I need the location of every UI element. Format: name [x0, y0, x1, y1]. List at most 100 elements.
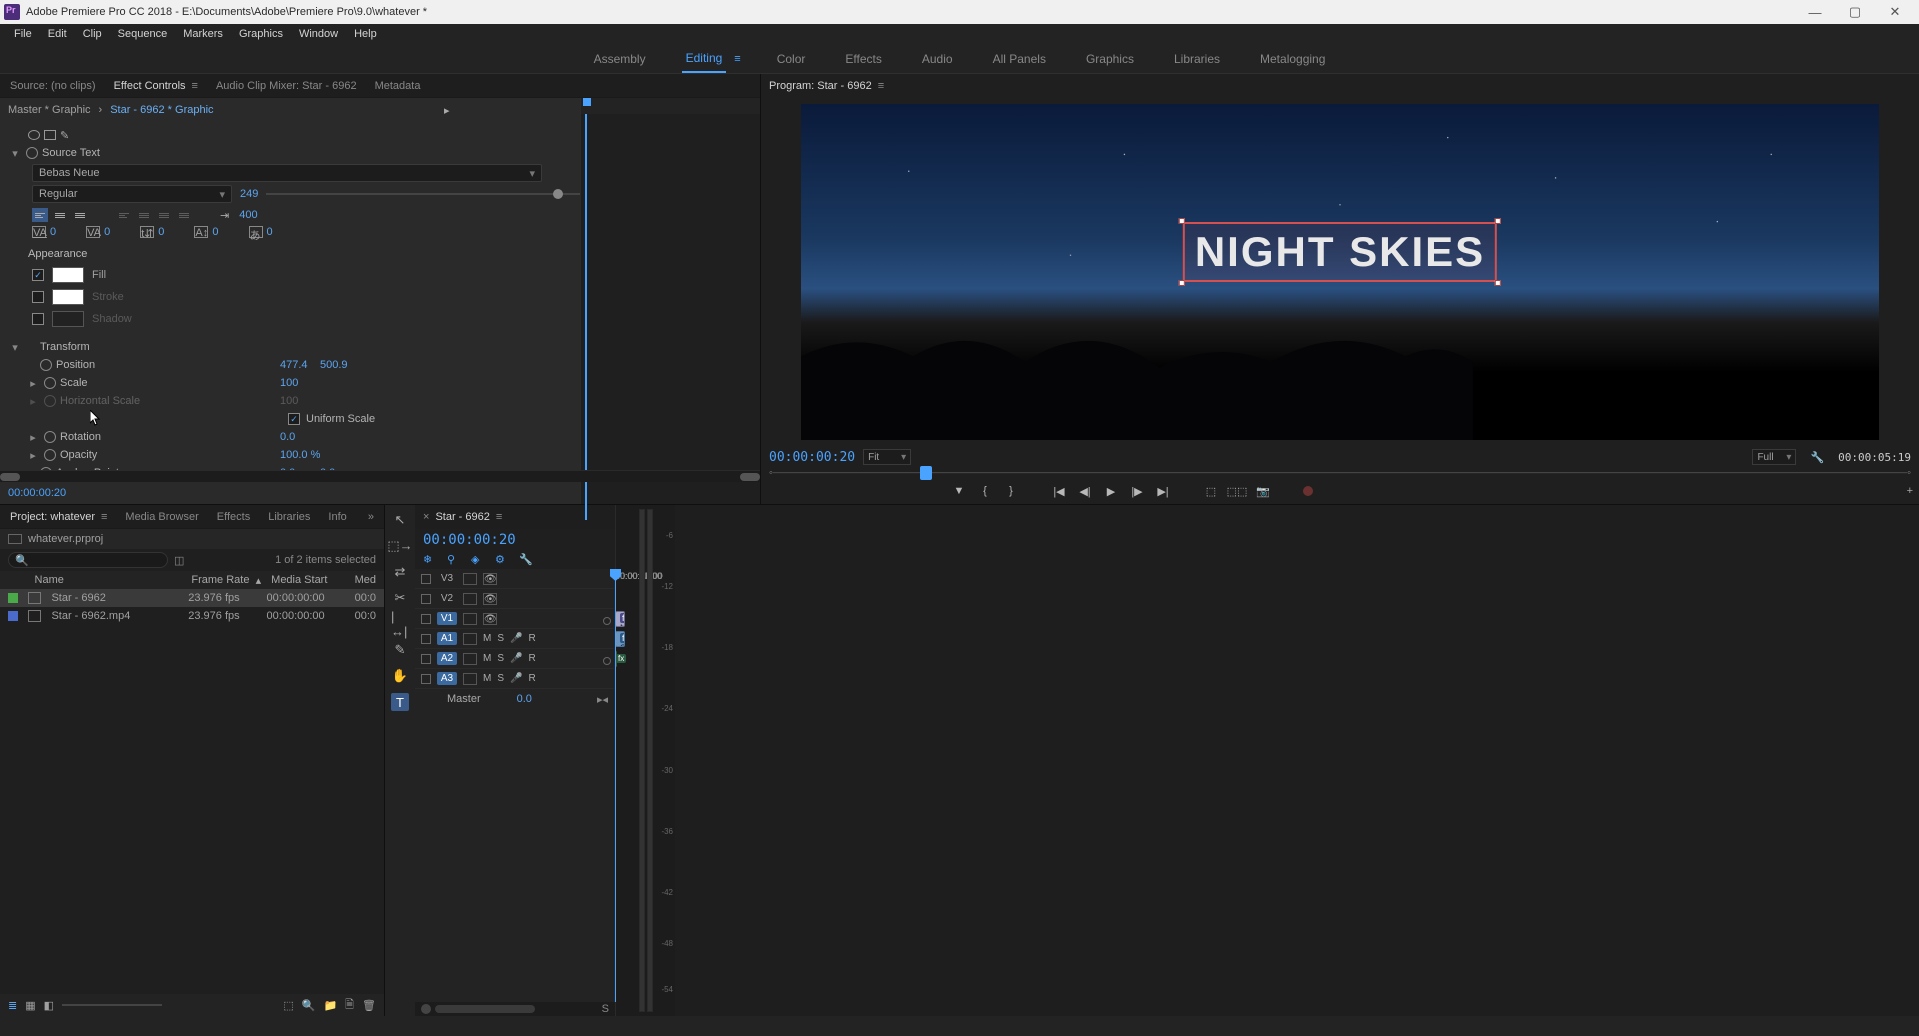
tab-metadata[interactable]: Metadata [375, 80, 421, 92]
track-header-a1[interactable]: A1 MS🎤R [415, 629, 614, 649]
list-view-icon[interactable]: ≣ [8, 999, 17, 1012]
col-mediastart[interactable]: Media Start [271, 574, 344, 586]
timeline-timecode[interactable]: 00:00:00:20 [423, 532, 516, 548]
step-back-button[interactable]: ◀| [1077, 483, 1093, 499]
track-label[interactable]: V2 [437, 592, 457, 605]
thumbnail-zoom-slider[interactable] [62, 1004, 162, 1006]
track-header-a2[interactable]: A2 MS🎤R [415, 649, 614, 669]
add-marker-icon[interactable]: ◈ [471, 553, 485, 567]
scroll-thumb[interactable] [435, 1005, 535, 1013]
lock-icon[interactable] [421, 594, 431, 604]
baseline-value[interactable]: 0 [212, 226, 218, 238]
tab-menu-icon[interactable]: ≡ [101, 511, 107, 523]
type-tool[interactable]: T [391, 693, 409, 711]
align-left-button[interactable] [32, 208, 48, 222]
tracking2-value[interactable]: 0 [158, 226, 164, 238]
voice-over-icon[interactable]: 🎤 [510, 673, 522, 684]
ws-color[interactable]: Color [773, 46, 810, 72]
tab-audioclipmixer[interactable]: Audio Clip Mixer: Star - 6962 [216, 80, 357, 92]
playhead-icon[interactable] [920, 466, 932, 480]
justify-center-button[interactable] [136, 208, 152, 222]
settings-wrench-icon[interactable]: 🔧 [1810, 451, 1824, 464]
stopwatch-rotation[interactable] [44, 431, 56, 443]
solo-button[interactable]: S [602, 1003, 609, 1015]
col-framerate[interactable]: Frame Rate [191, 574, 255, 586]
tab-menu-icon[interactable]: ≡ [192, 80, 198, 92]
stopwatch-position[interactable] [40, 359, 52, 371]
record-button[interactable] [1303, 486, 1313, 496]
track-output-icon[interactable] [603, 657, 611, 665]
solo-button[interactable]: S [497, 633, 504, 644]
overflow-chevrons-icon[interactable]: » [368, 511, 374, 523]
tab-source[interactable]: Source: (no clips) [10, 80, 96, 92]
voice-over-icon[interactable]: 🎤 [510, 633, 522, 644]
hand-tool[interactable]: ✋ [391, 667, 409, 685]
timeline-hscroll[interactable]: S [415, 1002, 615, 1016]
opacity-value[interactable]: 100.0 % [280, 449, 320, 461]
ec-hscroll[interactable] [0, 470, 760, 482]
sync-lock-icon[interactable] [463, 633, 477, 645]
bin-icon[interactable] [8, 534, 22, 544]
project-item[interactable]: Star - 6962.mp4 23.976 fps 00:00:00:00 0… [0, 607, 384, 625]
close-seq-icon[interactable]: × [423, 511, 429, 523]
record-button[interactable]: R [528, 653, 535, 664]
ws-editing-menu-icon[interactable]: ≡ [734, 53, 740, 65]
title-graphic[interactable]: NIGHT SKIES [1183, 222, 1497, 282]
justify-right-button[interactable] [156, 208, 172, 222]
shape-ellipse-icon[interactable] [28, 130, 40, 140]
twirl-opacity[interactable]: ▸ [26, 449, 40, 462]
tsume-value[interactable]: 0 [267, 226, 273, 238]
trash-icon[interactable]: 🗑 [362, 999, 376, 1012]
program-resolution-select[interactable]: Full ▾ [1752, 449, 1796, 465]
voice-over-icon[interactable]: 🎤 [510, 653, 522, 664]
lock-icon[interactable] [421, 654, 431, 664]
uniform-scale-checkbox[interactable] [288, 413, 300, 425]
tab-effect-controls[interactable]: Effect Controls [114, 80, 186, 92]
sync-lock-icon[interactable] [463, 673, 477, 685]
ec-playhead-icon[interactable] [583, 98, 591, 106]
lock-icon[interactable] [421, 574, 431, 584]
extract-button[interactable]: ⬚⬚ [1229, 483, 1245, 499]
export-frame-button[interactable]: 📷 [1255, 483, 1271, 499]
new-bin-icon[interactable]: 📁 [323, 999, 337, 1012]
track-label[interactable]: V1 [437, 612, 457, 625]
font-style-select[interactable]: Regular ▾ [32, 185, 232, 203]
twirl-transform[interactable]: ▾ [8, 341, 22, 354]
program-timecode-left[interactable]: 00:00:00:20 [769, 450, 855, 465]
lock-icon[interactable] [421, 634, 431, 644]
freeform-view-icon[interactable]: ◧ [44, 999, 54, 1012]
toggle-output-icon[interactable]: 👁 [483, 573, 497, 585]
track-select-tool[interactable]: ⬚→ [391, 537, 409, 555]
tab-menu-icon[interactable]: ≡ [878, 80, 884, 92]
sync-lock-icon[interactable] [463, 573, 477, 585]
project-list[interactable]: Star - 6962 23.976 fps 00:00:00:00 00:0 … [0, 589, 384, 994]
pen-icon[interactable]: ✎ [60, 129, 69, 142]
pen-tool[interactable]: ✎ [391, 641, 409, 659]
lock-icon[interactable] [421, 674, 431, 684]
tab-sequence[interactable]: Star - 6962 [435, 511, 489, 523]
filter-bins-icon[interactable]: ◫ [174, 554, 184, 567]
track-label[interactable]: A2 [437, 652, 457, 665]
ws-graphics[interactable]: Graphics [1082, 46, 1138, 72]
tab-libraries[interactable]: Libraries [268, 511, 310, 523]
ws-metalogging[interactable]: Metalogging [1256, 46, 1329, 72]
automate-icon[interactable]: ⬚ [283, 999, 293, 1012]
snap-icon[interactable]: ❄ [423, 553, 437, 567]
ec-master-crumb[interactable]: Master * Graphic [8, 104, 91, 116]
rotation-value[interactable]: 0.0 [280, 431, 295, 443]
minimize-button[interactable]: — [1795, 5, 1835, 20]
selection-tool[interactable]: ↖ [391, 511, 409, 529]
track-label[interactable]: V3 [437, 572, 457, 585]
track-output-icon[interactable] [603, 617, 611, 625]
fill-color-swatch[interactable] [52, 267, 84, 283]
track-header-a3[interactable]: A3 MS🎤R [415, 669, 614, 689]
twirl-scale[interactable]: ▸ [26, 377, 40, 390]
shape-rect-icon[interactable] [44, 130, 56, 140]
stopwatch-opacity[interactable] [44, 449, 56, 461]
ws-libraries[interactable]: Libraries [1170, 46, 1224, 72]
master-track-header[interactable]: Master 0.0 ▸◂ [415, 689, 614, 709]
master-value[interactable]: 0.0 [517, 693, 532, 705]
col-name[interactable]: Name [35, 574, 182, 586]
solo-button[interactable]: S [497, 653, 504, 664]
slip-tool[interactable]: |↔| [391, 615, 409, 633]
